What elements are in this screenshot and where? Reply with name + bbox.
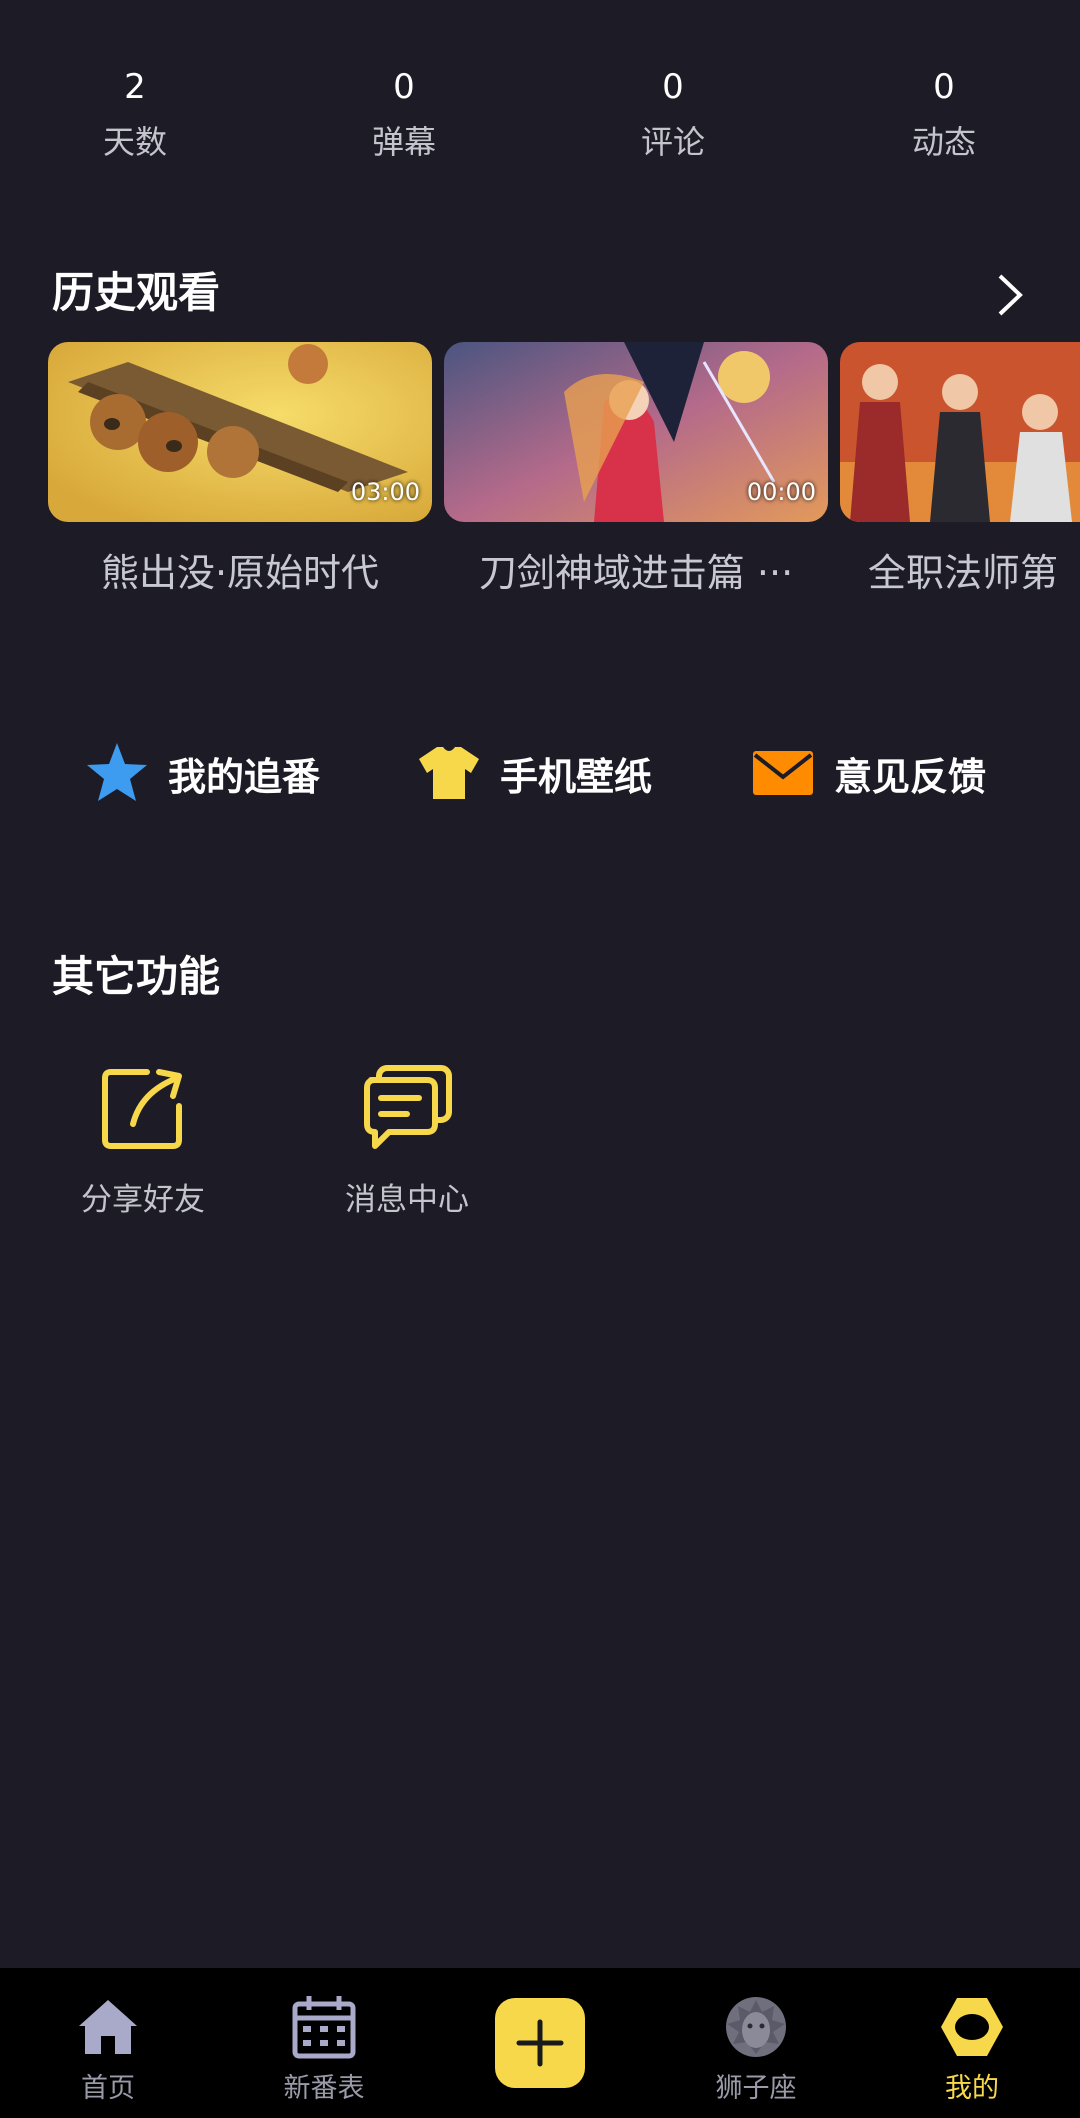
message-center-label: 消息中心	[345, 1182, 469, 1218]
history-duration: 00:00	[746, 478, 816, 506]
calendar-icon	[289, 1992, 359, 2062]
history-duration: 03:00	[350, 478, 420, 506]
stat-danmaku[interactable]: 0 弹幕	[304, 70, 504, 158]
stat-posts-label: 动态	[911, 123, 976, 161]
tab-me-label: 我的	[945, 2073, 999, 2104]
tshirt-icon	[416, 740, 482, 806]
lion-icon	[721, 1992, 791, 2062]
feedback-label: 意见反馈	[834, 754, 987, 799]
history-thumbnail: 00:00	[444, 342, 828, 522]
home-icon	[73, 1992, 143, 2062]
my-followed-anime-label: 我的追番	[168, 754, 321, 799]
share-friends-label: 分享好友	[81, 1182, 205, 1218]
star-icon	[84, 740, 150, 806]
tab-leo-label: 狮子座	[715, 2073, 797, 2104]
message-center-button[interactable]: 消息中心	[332, 1058, 482, 1219]
stat-danmaku-label: 弹幕	[371, 123, 436, 161]
stat-comments[interactable]: 0 评论	[573, 70, 773, 158]
history-thumbnail: 03:00	[48, 342, 432, 522]
bottom-tab-bar: 首页 新番表 狮子座 我的	[0, 1968, 1080, 2118]
tab-me[interactable]: 我的	[872, 1968, 1072, 2118]
stat-posts-value: 0	[933, 67, 955, 107]
tab-leo[interactable]: 狮子座	[656, 1968, 856, 2118]
history-thumbnail	[840, 342, 1080, 522]
history-card[interactable]: 全职法师第	[840, 342, 1080, 597]
history-card[interactable]: 03:00 熊出没·原始时代	[48, 342, 432, 597]
history-item-title: 全职法师第	[868, 551, 1059, 595]
tab-home[interactable]: 首页	[8, 1968, 208, 2118]
plus-icon	[516, 2019, 564, 2067]
history-item-title: 熊出没·原始时代	[100, 551, 380, 595]
profile-hexagon-icon	[937, 1992, 1007, 2062]
wallpaper-label: 手机壁纸	[500, 754, 653, 799]
wallpaper-button[interactable]: 手机壁纸	[416, 738, 652, 808]
stat-days[interactable]: 2 天数	[35, 70, 235, 158]
my-followed-anime-button[interactable]: 我的追番	[84, 738, 320, 808]
tab-new-anime-schedule-label: 新番表	[283, 2073, 365, 2104]
history-more-arrow-icon[interactable]	[990, 270, 1030, 320]
feedback-button[interactable]: 意见反馈	[750, 738, 986, 808]
stat-days-label: 天数	[102, 123, 167, 161]
stat-danmaku-value: 0	[393, 67, 415, 107]
history-item-title: 刀剑神域进击篇 ···	[478, 551, 794, 595]
quick-actions: 我的追番 手机壁纸 意见反馈	[0, 738, 1080, 808]
stat-comments-label: 评论	[640, 123, 705, 161]
history-list: 03:00 熊出没·原始时代 00:00 刀剑神域进击篇 ··· 全职法师第	[48, 342, 1080, 602]
stat-comments-value: 0	[662, 67, 684, 107]
stat-posts[interactable]: 0 动态	[844, 70, 1044, 158]
message-icon	[357, 1058, 457, 1158]
mail-icon	[750, 740, 816, 806]
stat-days-value: 2	[124, 67, 146, 107]
history-card[interactable]: 00:00 刀剑神域进击篇 ···	[444, 342, 828, 597]
share-icon	[93, 1058, 193, 1158]
stats-row: 2 天数 0 弹幕 0 评论 0 动态	[0, 70, 1080, 180]
tab-home-label: 首页	[81, 2073, 135, 2104]
history-title: 历史观看	[52, 268, 221, 317]
tab-new-anime-schedule[interactable]: 新番表	[224, 1968, 424, 2118]
add-button[interactable]	[495, 1998, 585, 2088]
share-friends-button[interactable]: 分享好友	[68, 1058, 218, 1219]
other-functions-title: 其它功能	[52, 952, 221, 1001]
